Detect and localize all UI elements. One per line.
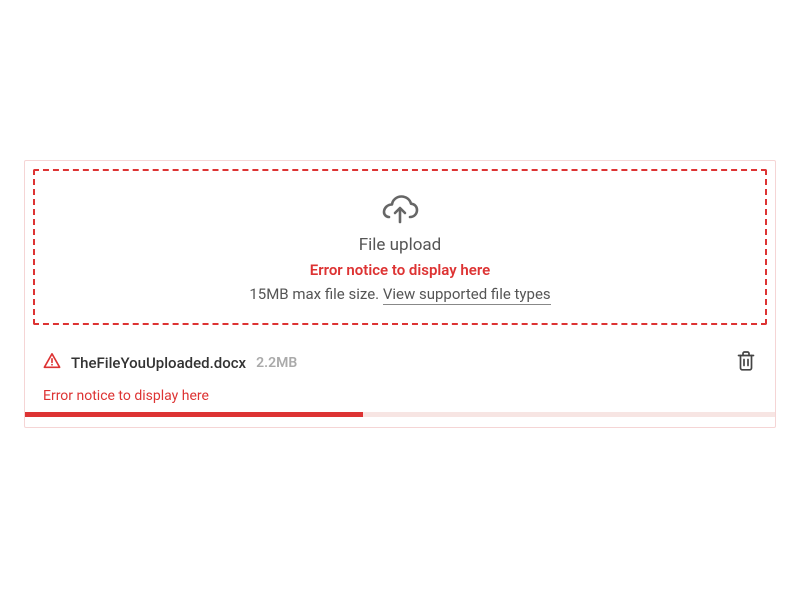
- file-name: TheFileYouUploaded.docx: [71, 354, 246, 372]
- hint-text: 15MB max file size.: [249, 285, 382, 303]
- dropzone-error: Error notice to display here: [55, 261, 745, 279]
- upload-card: File upload Error notice to display here…: [24, 160, 776, 428]
- file-error-message: Error notice to display here: [43, 388, 757, 404]
- file-size: 2.2MB: [256, 355, 297, 371]
- supported-file-types-link[interactable]: View supported file types: [383, 285, 551, 305]
- trash-icon: [737, 351, 755, 374]
- upload-cloud-icon: [55, 195, 745, 227]
- file-header: TheFileYouUploaded.docx 2.2MB: [43, 349, 757, 376]
- uploaded-file-row: TheFileYouUploaded.docx 2.2MB Error noti…: [25, 333, 775, 404]
- file-dropzone[interactable]: File upload Error notice to display here…: [33, 169, 767, 325]
- dropzone-hint: 15MB max file size. View supported file …: [55, 285, 745, 303]
- warning-icon: [43, 352, 61, 374]
- delete-file-button[interactable]: [735, 349, 757, 376]
- dropzone-title: File upload: [55, 235, 745, 255]
- upload-progress-fill: [25, 412, 363, 417]
- upload-progress-bar: [25, 412, 775, 417]
